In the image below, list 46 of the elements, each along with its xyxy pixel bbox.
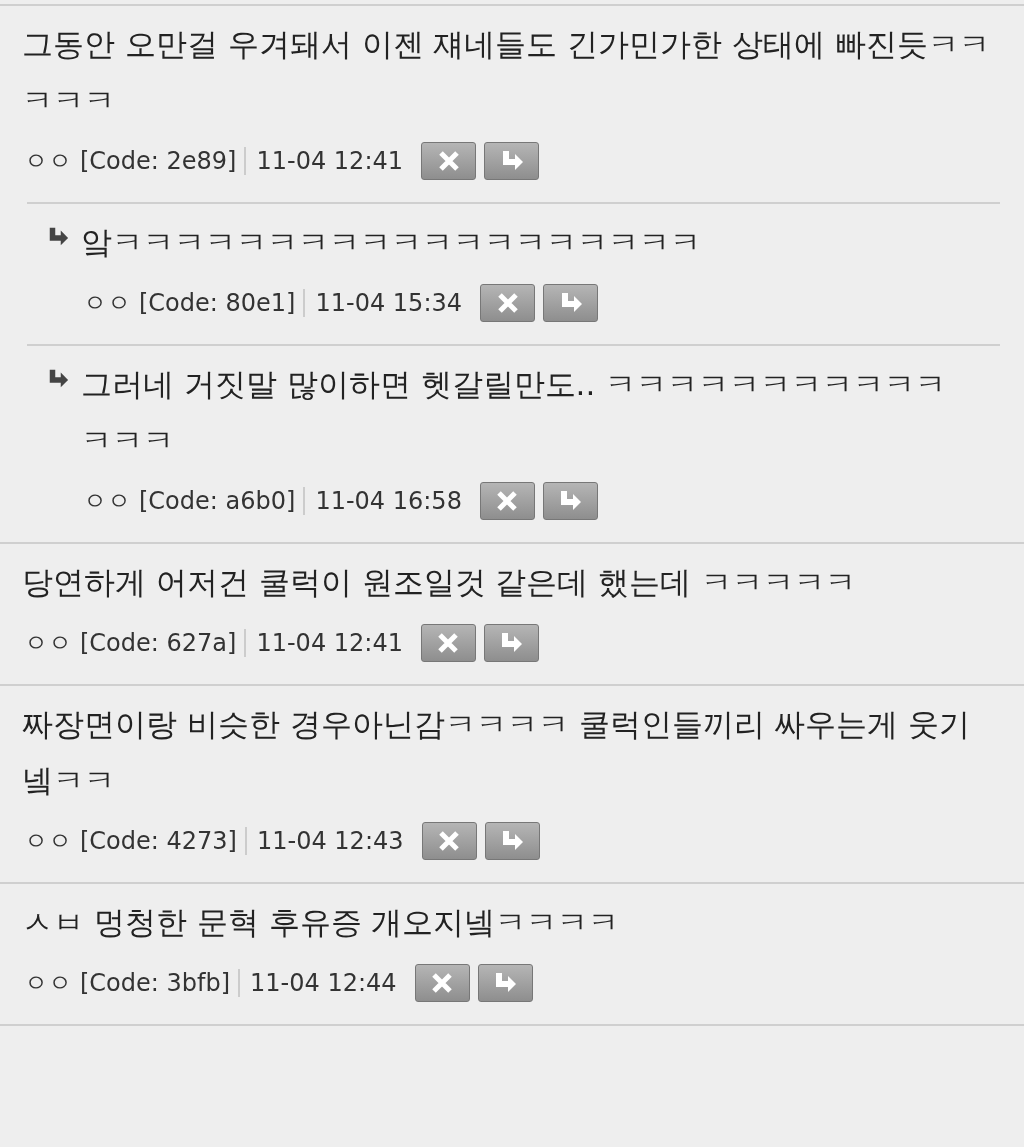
comment-time: 11-04 12:44: [250, 969, 397, 997]
close-icon: [496, 490, 519, 512]
user-code: [Code: 80e1]: [139, 289, 306, 317]
delete-button[interactable]: [421, 142, 476, 180]
comment-text: ㅅㅂ 멍청한 문혁 후유증 개오지넼ㅋㅋㅋㅋ: [22, 903, 621, 942]
comment-text: 짜장면이랑 비슷한 경우아닌감ㅋㅋㅋㅋ 쿨럭인들끼리 싸우는게 웃기넼ㅋㅋ: [22, 705, 972, 800]
comment-time: 11-04 12:41: [256, 629, 403, 657]
close-icon: [438, 830, 460, 852]
reply-button[interactable]: [484, 822, 540, 860]
reply-arrow-icon: [500, 829, 524, 853]
delete-button[interactable]: [421, 822, 477, 860]
reply-button[interactable]: [543, 284, 598, 322]
reply-button[interactable]: [483, 624, 539, 662]
author-name: ㅇㅇ: [83, 486, 131, 517]
user-code: [Code: 627a]: [80, 629, 247, 657]
reply-text: 앜ㅋㅋㅋㅋㅋㅋㅋㅋㅋㅋㅋㅋㅋㅋㅋㅋㅋㅋㅋ: [81, 223, 702, 262]
reply-button[interactable]: [477, 964, 533, 1002]
user-code: [Code: a6b0]: [139, 487, 306, 515]
close-icon: [496, 292, 519, 314]
reply-button[interactable]: [484, 142, 539, 180]
comment-time: 11-04 15:34: [315, 289, 462, 317]
close-icon: [431, 972, 454, 994]
author-name: ㅇㅇ: [24, 628, 72, 659]
delete-button[interactable]: [420, 624, 476, 662]
comment-text: 당연하게 어저건 쿨럭이 원조일것 같은데 했는데 ㅋㅋㅋㅋㅋ: [22, 563, 858, 602]
comment-time: 11-04 16:58: [315, 487, 462, 515]
reply-arrow-icon: [558, 489, 583, 513]
user-code: [Code: 3bfb]: [80, 969, 241, 997]
user-code: [Code: 4273]: [80, 827, 247, 855]
reply-arrow-icon: [493, 971, 518, 995]
delete-button[interactable]: [414, 964, 470, 1002]
delete-button[interactable]: [479, 482, 535, 520]
comment-time: 11-04 12:43: [256, 827, 404, 855]
close-icon: [437, 632, 460, 654]
comment-time: 11-04 12:41: [256, 147, 403, 175]
author-name: ㅇㅇ: [24, 146, 72, 177]
reply-arrow-icon: [499, 631, 524, 655]
reply-button[interactable]: [542, 482, 598, 520]
comment-text: 그동안 오만걸 우겨돼서 이젠 쟤네들도 긴가민가한 상태에 빠진듯ㅋㅋㅋㅋㅋ: [22, 25, 991, 120]
author-name: ㅇㅇ: [24, 826, 72, 857]
author-name: ㅇㅇ: [83, 288, 131, 319]
close-icon: [437, 150, 460, 172]
delete-button[interactable]: [480, 284, 535, 322]
user-code: [Code: 2e89]: [80, 147, 247, 175]
reply-text: 그러네 거짓말 많이하면 헷갈릴만도.. ㅋㅋㅋㅋㅋㅋㅋㅋㅋㅋㅋㅋㅋㅋ: [81, 365, 948, 460]
author-name: ㅇㅇ: [24, 968, 72, 999]
